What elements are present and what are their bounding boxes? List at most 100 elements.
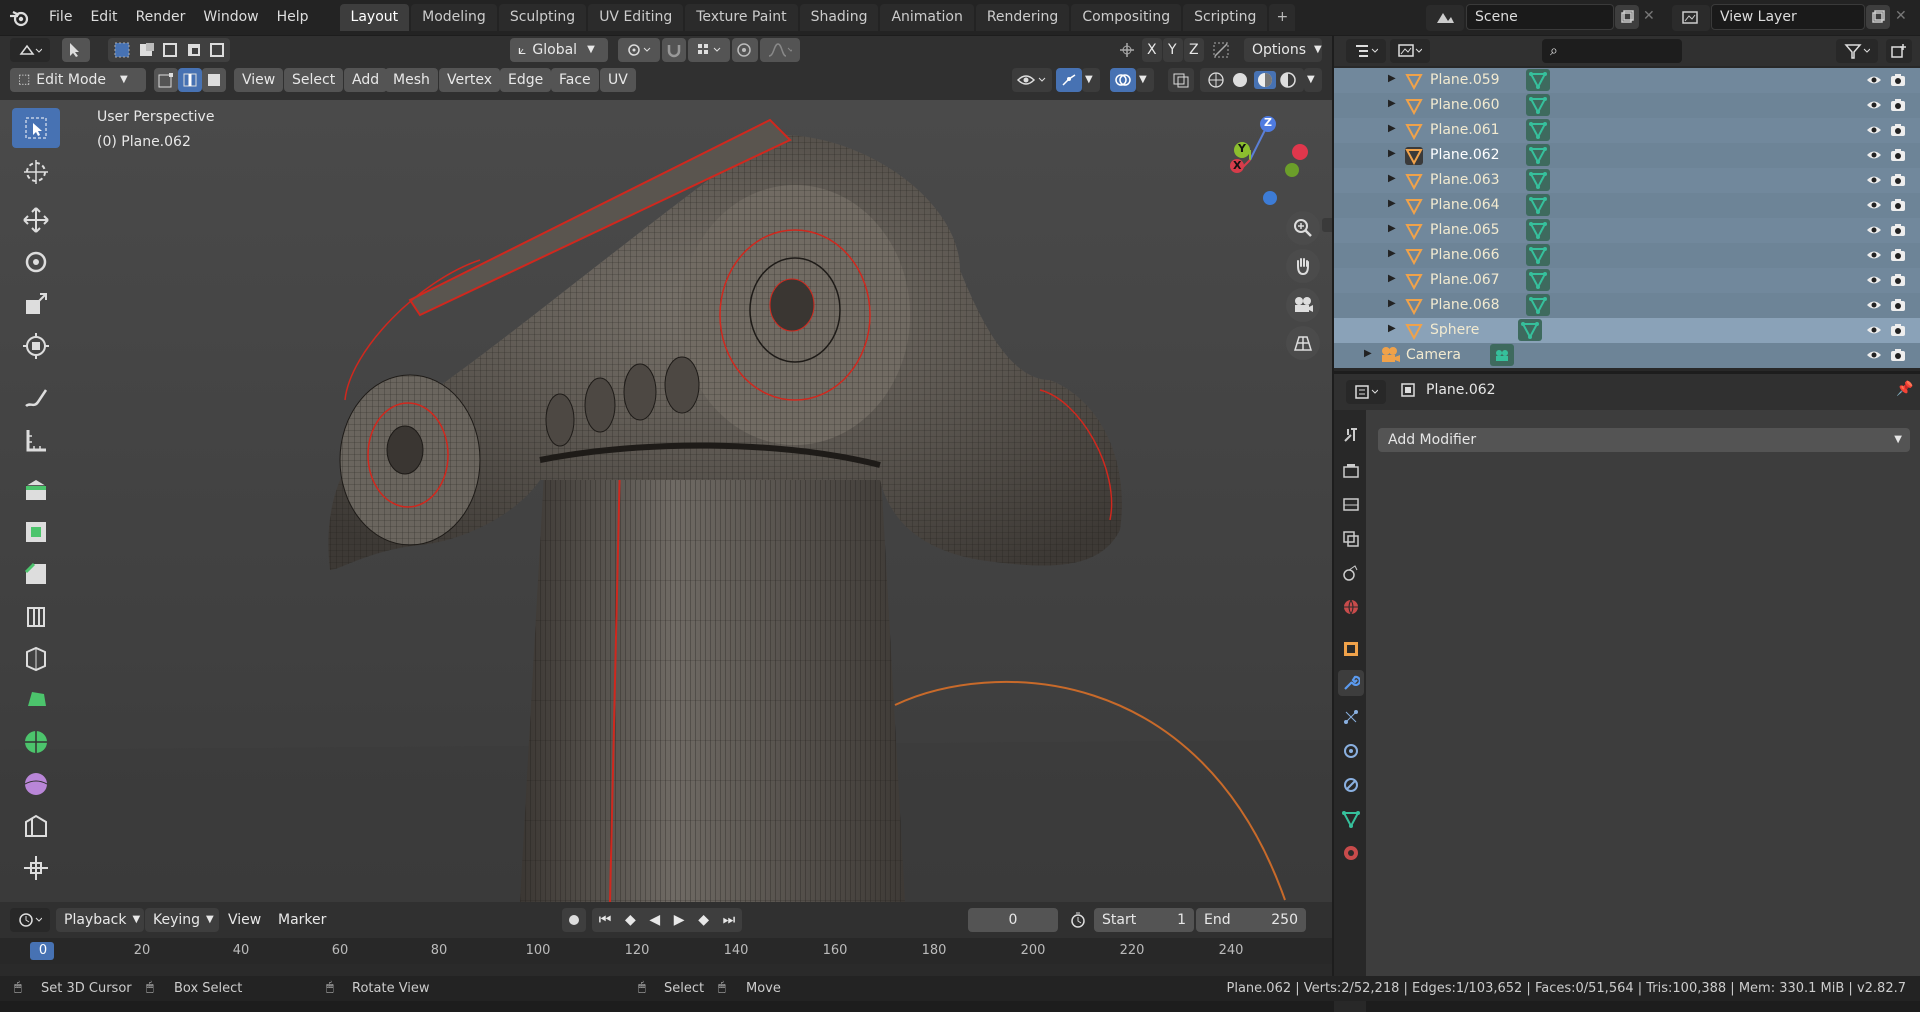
outliner-item-name[interactable]: Plane.064	[1430, 197, 1500, 213]
tab-layout[interactable]: Layout	[339, 4, 410, 31]
scale-tool-icon[interactable]	[12, 284, 60, 324]
outliner-item-name[interactable]: Sphere	[1430, 322, 1479, 338]
visibility-eye-icon[interactable]	[1866, 222, 1882, 238]
properties-editor-type-icon[interactable]	[1346, 380, 1386, 404]
mesh-data-icon[interactable]	[1526, 169, 1550, 195]
3d-viewport[interactable]: User Perspective (0) Plane.062 Z Y X	[0, 100, 1332, 902]
camera-data-icon[interactable]	[1490, 344, 1514, 370]
add-modifier-dropdown[interactable]: Add Modifier ▼	[1378, 428, 1910, 452]
shading-dropdown-icon[interactable]: ▼	[1304, 68, 1322, 92]
play-icon[interactable]: ▶	[674, 908, 685, 932]
outliner-row[interactable]: ▶ Plane.059	[1334, 68, 1920, 93]
overlays-toggle-icon[interactable]	[1110, 68, 1136, 92]
gizmo-toggle-icon[interactable]	[1056, 68, 1082, 92]
material-tab-icon[interactable]	[1338, 840, 1364, 866]
visibility-eye-icon[interactable]	[1866, 147, 1882, 163]
outliner-row[interactable]: ▶ Plane.062	[1334, 143, 1920, 168]
render-camera-icon[interactable]	[1890, 122, 1906, 138]
snap-target-icon[interactable]	[688, 38, 730, 62]
outliner-row[interactable]: ▶ Plane.067	[1334, 268, 1920, 293]
shading-modes[interactable]	[1200, 68, 1304, 92]
menu-help[interactable]: Help	[268, 0, 318, 35]
jump-start-icon[interactable]: ⏮	[599, 908, 612, 932]
box-select-modes[interactable]	[108, 38, 230, 62]
expand-arrow-icon[interactable]: ▶	[1388, 273, 1396, 284]
gizmo-dropdown-icon[interactable]: ▼	[1082, 68, 1100, 92]
annotate-tool-icon[interactable]	[12, 378, 60, 418]
outliner-row[interactable]: ▶ Plane.061	[1334, 118, 1920, 143]
select-mode-cursor-icon[interactable]	[62, 38, 90, 62]
mesh-data-icon[interactable]	[1526, 244, 1550, 270]
object-tab-icon[interactable]	[1338, 636, 1364, 662]
mirror-z-toggle[interactable]: Z	[1184, 38, 1204, 62]
outliner-item-name[interactable]: Plane.067	[1430, 272, 1500, 288]
outliner-row[interactable]: ▶ Plane.066	[1334, 243, 1920, 268]
mesh-data-icon[interactable]	[1526, 219, 1550, 245]
render-camera-icon[interactable]	[1890, 172, 1906, 188]
outliner-row[interactable]: ▶ Plane.060	[1334, 93, 1920, 118]
outliner-row[interactable]: ▶ Camera	[1334, 343, 1920, 368]
zoom-icon[interactable]	[1286, 211, 1320, 245]
menu-file[interactable]: File	[40, 0, 81, 35]
expand-arrow-icon[interactable]: ▶	[1388, 323, 1396, 334]
delete-scene-icon[interactable]: ✕	[1643, 8, 1655, 24]
particles-tab-icon[interactable]	[1338, 704, 1364, 730]
world-tab-icon[interactable]	[1338, 594, 1364, 620]
constraints-tab-icon[interactable]	[1338, 772, 1364, 798]
delete-view-layer-icon[interactable]: ✕	[1895, 8, 1907, 24]
inset-faces-tool-icon[interactable]	[12, 512, 60, 552]
render-camera-icon[interactable]	[1890, 197, 1906, 213]
expand-arrow-icon[interactable]: ▶	[1388, 98, 1396, 109]
mesh-data-icon[interactable]	[1526, 194, 1550, 220]
preview-range-icon[interactable]	[1066, 908, 1090, 932]
menu-edit[interactable]: Edit	[81, 0, 126, 35]
outliner-row[interactable]: ▶ Plane.065	[1334, 218, 1920, 243]
render-camera-icon[interactable]	[1890, 272, 1906, 288]
expand-arrow-icon[interactable]: ▶	[1364, 348, 1372, 359]
render-camera-icon[interactable]	[1890, 72, 1906, 88]
tab-rendering[interactable]: Rendering	[975, 4, 1070, 31]
keying-dropdown[interactable]: Keying ▼	[145, 908, 219, 932]
new-view-layer-icon[interactable]	[1866, 5, 1890, 29]
menu-add[interactable]: Add	[344, 68, 388, 92]
menu-select[interactable]: Select	[284, 68, 344, 92]
blender-logo-icon[interactable]	[0, 0, 40, 35]
outliner-row[interactable]: ▶ Plane.064	[1334, 193, 1920, 218]
menu-view[interactable]: View	[234, 68, 284, 92]
gizmo-neg-z[interactable]	[1263, 191, 1277, 205]
mesh-data-icon[interactable]	[1526, 94, 1550, 120]
falloff-icon[interactable]	[760, 38, 800, 62]
outliner-editor-type-icon[interactable]	[1346, 39, 1386, 63]
menu-edge[interactable]: Edge	[500, 68, 552, 92]
outliner-item-name[interactable]: Plane.065	[1430, 222, 1500, 238]
loop-cut-tool-icon[interactable]	[12, 596, 60, 636]
auto-merge-icon[interactable]	[1212, 38, 1234, 62]
navigation-gizmo[interactable]: Z Y X	[1222, 112, 1312, 207]
render-camera-icon[interactable]	[1890, 247, 1906, 263]
outliner-item-name[interactable]: Plane.063	[1430, 172, 1500, 188]
visibility-eye-icon[interactable]	[1866, 122, 1882, 138]
tab-compositing[interactable]: Compositing	[1071, 4, 1182, 31]
expand-arrow-icon[interactable]: ▶	[1388, 73, 1396, 84]
physics-tab-icon[interactable]	[1338, 738, 1364, 764]
current-frame-field[interactable]: 0	[968, 908, 1058, 932]
mirror-y-toggle[interactable]: Y	[1163, 38, 1183, 62]
measure-tool-icon[interactable]	[12, 420, 60, 460]
transform-orientation-dropdown[interactable]: ⟀ Global ▼	[510, 38, 608, 62]
mesh-data-icon[interactable]	[1526, 294, 1550, 320]
ionic-column-model[interactable]	[0, 100, 1332, 902]
scene-selector-icon[interactable]	[1426, 5, 1464, 31]
tool-tab-icon[interactable]	[1338, 422, 1364, 448]
extrude-tool-icon[interactable]	[12, 470, 60, 510]
expand-arrow-icon[interactable]: ▶	[1388, 298, 1396, 309]
timeline-menu-view[interactable]: View	[220, 908, 269, 932]
new-scene-icon[interactable]	[1615, 5, 1639, 29]
visibility-eye-icon[interactable]	[1866, 347, 1882, 363]
menu-window[interactable]: Window	[194, 0, 267, 35]
mode-dropdown[interactable]: ⬚ Edit Mode ▼	[10, 68, 146, 92]
mesh-data-icon[interactable]	[1526, 269, 1550, 295]
render-camera-icon[interactable]	[1890, 322, 1906, 338]
render-camera-icon[interactable]	[1890, 347, 1906, 363]
rip-tool-icon[interactable]	[12, 848, 60, 888]
tab-scripting[interactable]: Scripting	[1183, 4, 1268, 31]
